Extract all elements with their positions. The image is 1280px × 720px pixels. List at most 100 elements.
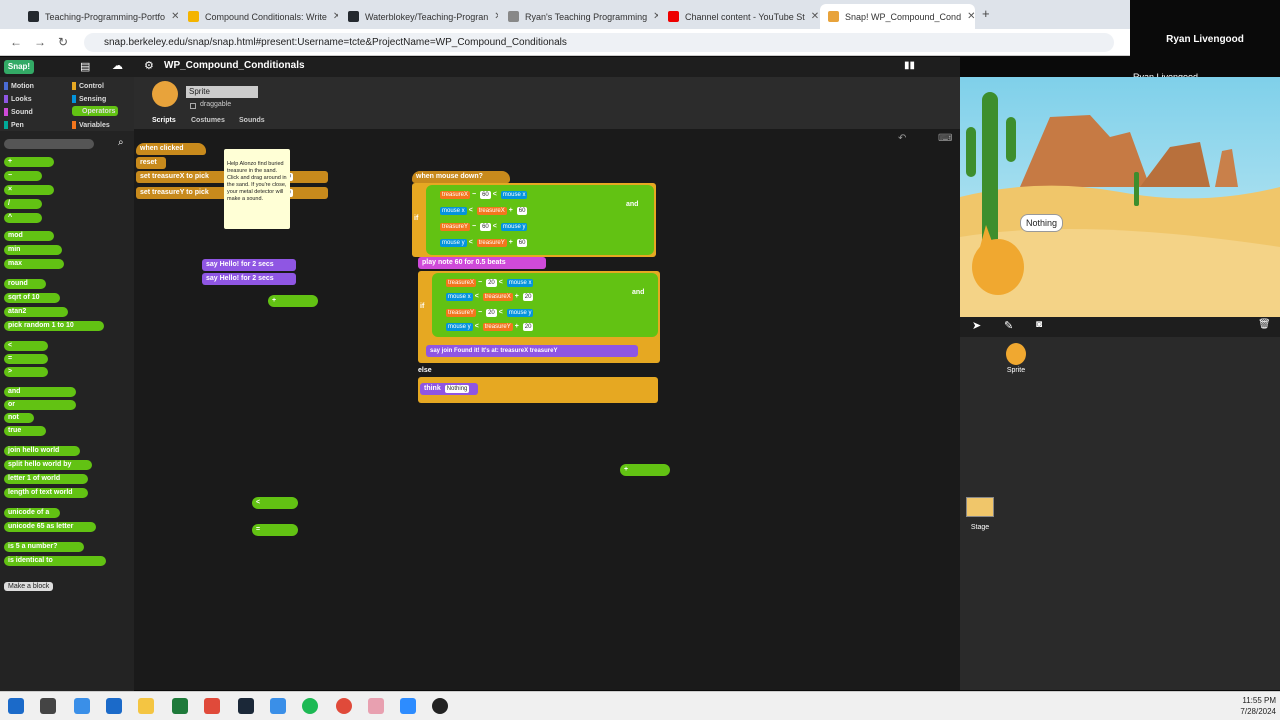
category-sensing[interactable]: Sensing	[72, 95, 106, 103]
comment-note[interactable]: Help Alonzo find buried treasure in the …	[224, 149, 290, 229]
palette-block-split[interactable]: split hello world by	[4, 460, 92, 470]
say-hello-block[interactable]: say Hello! for 2 secs	[202, 259, 296, 271]
when-mouse-down-block[interactable]: when mouse down?	[412, 171, 510, 183]
palette-block-length[interactable]: length of text world	[4, 488, 88, 498]
if-block-outer[interactable]: if and treasureX − 60 < mouse x mouse x < t…	[412, 183, 656, 257]
reset-block[interactable]: reset	[136, 157, 166, 169]
search-icon[interactable]: ⌕	[118, 137, 124, 148]
make-a-block-button[interactable]: Make a block	[4, 582, 54, 591]
plus-reporter[interactable]: +	[268, 295, 318, 307]
tab-scripts[interactable]: Scripts	[152, 117, 176, 124]
undo-icon[interactable]: ↶	[898, 133, 906, 144]
steam-icon[interactable]	[238, 698, 254, 714]
stage-mode-icon[interactable]: ▮▮	[904, 60, 915, 71]
file-explorer-icon[interactable]	[138, 698, 154, 714]
start-icon[interactable]	[8, 698, 24, 714]
palette-block[interactable]: min	[4, 245, 62, 255]
tab-sounds[interactable]: Sounds	[239, 117, 265, 124]
if-else-block[interactable]: if and treasureX − 20 < mouse x mouse x < t…	[418, 271, 660, 363]
close-icon[interactable]: ✕	[333, 11, 338, 22]
category-operators[interactable]: Operators	[72, 106, 119, 116]
file-icon[interactable]: ▤	[80, 60, 90, 73]
scripting-area[interactable]: when clicked reset set treasureX to pick…	[134, 129, 960, 690]
palette-block-join[interactable]: join hello world	[4, 446, 80, 456]
new-tab-icon[interactable]: +	[982, 6, 990, 21]
gear-icon[interactable]: ⚙	[144, 59, 154, 72]
palette-block[interactable]: =	[4, 354, 48, 364]
trash-icon[interactable]: 🗑	[1258, 319, 1271, 330]
chrome-icon[interactable]	[204, 698, 220, 714]
palette-block-is-identical[interactable]: is identical to	[4, 556, 106, 566]
palette-block[interactable]: ^	[4, 213, 42, 223]
palette-block-round[interactable]: round	[4, 279, 46, 289]
tab-6-active[interactable]: Snap! WP_Compound_Cond ✕	[820, 4, 975, 29]
palette-block[interactable]: mod	[4, 231, 54, 241]
turtle-icon[interactable]: ➤	[972, 319, 981, 332]
think-block[interactable]: think Nothing	[420, 383, 478, 395]
palette-block[interactable]: −	[4, 171, 42, 181]
category-looks[interactable]: Looks	[4, 95, 32, 103]
palette-block[interactable]: /	[4, 199, 42, 209]
palette-block[interactable]: +	[4, 157, 54, 167]
sprite-corral-icon[interactable]	[1006, 343, 1026, 365]
palette-block-and[interactable]: and	[4, 387, 76, 397]
say-join-block[interactable]: say join Found it! It's at: treasureX tr…	[426, 345, 638, 357]
palette-ring-blocks[interactable]	[4, 139, 94, 149]
category-variables[interactable]: Variables	[72, 121, 110, 129]
palette-block-atan2[interactable]: atan2	[4, 307, 68, 317]
url-field[interactable]: snap.berkeley.edu/snap/snap.html#present…	[84, 33, 1114, 52]
keyboard-icon[interactable]: ⌨	[938, 133, 952, 144]
palette-block-true[interactable]: true	[4, 426, 46, 436]
palette-block[interactable]: max	[4, 259, 64, 269]
category-motion[interactable]: Motion	[4, 82, 34, 90]
palette-block-letter[interactable]: letter 1 of world	[4, 474, 88, 484]
close-icon[interactable]: ✕	[967, 11, 975, 22]
cloud-icon[interactable]: ☁	[112, 59, 123, 72]
say-hello-block[interactable]: say Hello! for 2 secs	[202, 273, 296, 285]
draggable-checkbox[interactable]	[190, 103, 196, 109]
reload-icon[interactable]: ↻	[58, 35, 68, 49]
chrome-icon[interactable]	[336, 698, 352, 714]
obs-icon[interactable]	[432, 698, 448, 714]
snap-logo[interactable]: Snap!	[4, 60, 34, 74]
palette-block[interactable]: <	[4, 341, 48, 351]
tab-costumes[interactable]: Costumes	[191, 117, 225, 124]
plus-reporter[interactable]: +	[620, 464, 670, 476]
tab-2[interactable]: Compound Conditionals: Write ✕	[180, 4, 338, 29]
tab-1[interactable]: Teaching-Programming-Portfo ✕	[20, 4, 178, 29]
back-icon[interactable]: ←	[10, 35, 22, 49]
and-predicate-inner[interactable]: and treasureX − 20 < mouse x mouse x < trea…	[432, 273, 658, 337]
palette-block-unicode-of[interactable]: unicode of a	[4, 508, 60, 518]
excel-icon[interactable]	[172, 698, 188, 714]
close-icon[interactable]: ✕	[494, 11, 498, 22]
tab-4[interactable]: Ryan's Teaching Programming ✕	[500, 4, 658, 29]
close-icon[interactable]: ✕	[653, 11, 658, 22]
category-control[interactable]: Control	[72, 82, 104, 90]
stage[interactable]: Nothing	[960, 77, 1280, 317]
palette-block-pick-random[interactable]: pick random 1 to 10	[4, 321, 104, 331]
tab-3[interactable]: Waterblokey/Teaching-Progran✕	[340, 4, 498, 29]
palette-block-or[interactable]: or	[4, 400, 76, 410]
spotify-icon[interactable]	[302, 698, 318, 714]
play-note-block[interactable]: play note 60 for 0.5 beats	[418, 257, 546, 269]
forward-icon[interactable]: →	[34, 35, 46, 49]
close-icon[interactable]: ✕	[811, 11, 818, 22]
app-icon[interactable]	[270, 698, 286, 714]
when-flag-clicked-block[interactable]: when clicked	[136, 143, 206, 155]
camera-icon[interactable]: ◙	[1036, 319, 1042, 330]
zoom-icon[interactable]	[400, 698, 416, 714]
paintbrush-icon[interactable]: ✎	[1004, 319, 1013, 332]
copilot-icon[interactable]	[74, 698, 90, 714]
search-icon[interactable]	[40, 698, 56, 714]
category-sound[interactable]: Sound	[4, 108, 33, 116]
stage-thumbnail[interactable]	[966, 497, 994, 517]
palette-block-unicode-as-letter[interactable]: unicode 65 as letter	[4, 522, 96, 532]
palette-block-sqrt[interactable]: sqrt of 10	[4, 293, 60, 303]
sprite-name-input[interactable]: Sprite	[186, 86, 258, 98]
close-icon[interactable]: ✕	[171, 11, 178, 22]
palette-block[interactable]: >	[4, 367, 48, 377]
store-icon[interactable]	[106, 698, 122, 714]
less-than-predicate[interactable]: <	[252, 497, 298, 509]
palette-block[interactable]: ×	[4, 185, 54, 195]
app-icon[interactable]	[368, 698, 384, 714]
